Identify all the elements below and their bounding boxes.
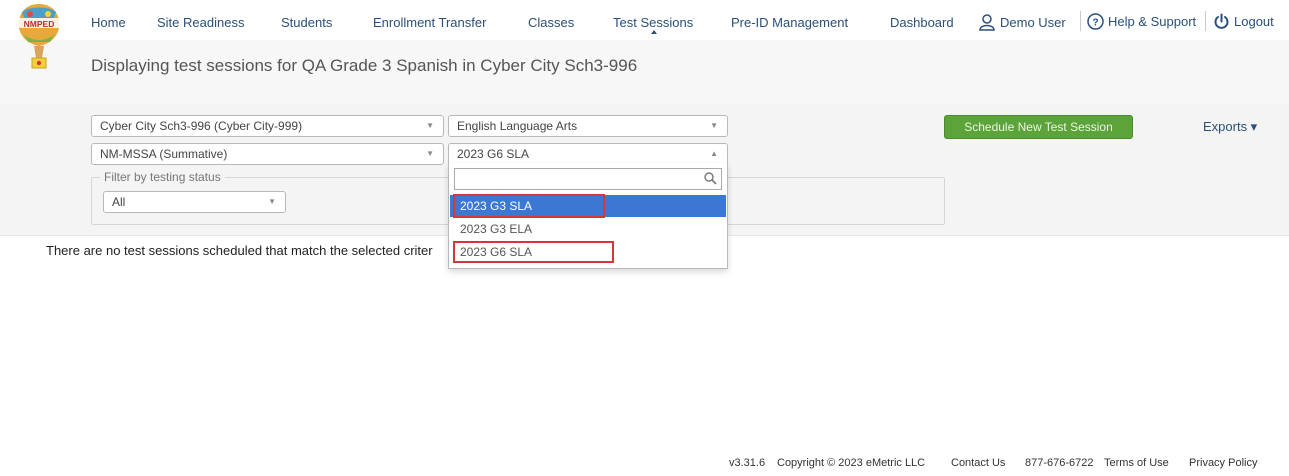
test-select-value: 2023 G6 SLA (457, 147, 530, 161)
dropdown-search-input[interactable] (454, 168, 722, 190)
help-label: Help & Support (1108, 14, 1197, 29)
nav-divider (1080, 11, 1081, 31)
footer-privacy-link[interactable]: Privacy Policy (1189, 457, 1257, 469)
user-menu[interactable]: Demo User (978, 13, 1066, 31)
power-icon (1214, 13, 1229, 29)
svg-text:?: ? (1092, 18, 1098, 29)
schedule-new-test-session-button[interactable]: Schedule New Test Session (944, 115, 1133, 139)
footer-copyright: Copyright © 2023 eMetric LLC (777, 457, 926, 469)
search-icon (704, 172, 717, 185)
assessment-select-value: NM-MSSA (Summative) (100, 147, 228, 161)
logo-text: NMPED (24, 19, 55, 29)
chevron-down-icon: ▼ (710, 121, 718, 130)
subject-select-value: English Language Arts (457, 119, 578, 133)
test-dropdown-list: 2023 G3 SLA 2023 G3 ELA 2023 G6 SLA (448, 163, 728, 269)
status-select[interactable]: All ▼ (103, 191, 286, 213)
footer-phone: 877-676-6722 (1025, 457, 1094, 469)
nav-test-sessions[interactable]: Test Sessions (613, 15, 693, 30)
footer-contact-link[interactable]: Contact Us (951, 457, 1005, 469)
nav-students[interactable]: Students (281, 15, 332, 30)
dropdown-option[interactable]: 2023 G3 ELA (450, 218, 726, 240)
active-tab-indicator (651, 30, 657, 34)
school-select[interactable]: Cyber City Sch3-996 (Cyber City-999) ▼ (91, 115, 444, 137)
top-nav: NMPED Home Site Readiness Students Enrol… (0, 0, 1289, 69)
status-filter-legend: Filter by testing status (100, 170, 225, 184)
school-select-value: Cyber City Sch3-996 (Cyber City-999) (100, 119, 303, 133)
assessment-select[interactable]: NM-MSSA (Summative) ▼ (91, 143, 444, 165)
logout-label: Logout (1234, 14, 1274, 29)
status-select-value: All (112, 195, 126, 209)
page-title: Displaying test sessions for QA Grade 3 … (91, 56, 638, 75)
test-select[interactable]: 2023 G6 SLA ▲ (448, 143, 728, 165)
chevron-up-icon: ▲ (710, 149, 718, 158)
footer-terms-link[interactable]: Terms of Use (1104, 457, 1169, 469)
nav-dashboard[interactable]: Dashboard (890, 15, 954, 30)
nav-divider (1205, 11, 1206, 31)
chevron-down-icon: ▼ (268, 197, 276, 206)
chevron-down-icon: ▼ (426, 121, 434, 130)
user-name: Demo User (1000, 14, 1066, 30)
help-support-link[interactable]: ? Help & Support (1087, 13, 1196, 30)
help-icon: ? (1087, 13, 1104, 30)
nav-enrollment-transfer[interactable]: Enrollment Transfer (373, 15, 486, 30)
logout-link[interactable]: Logout (1213, 13, 1274, 30)
dropdown-option[interactable]: 2023 G3 SLA (450, 195, 726, 217)
exports-menu[interactable]: Exports ▾ (1203, 119, 1257, 135)
nav-pre-id-management[interactable]: Pre-ID Management (731, 15, 848, 30)
footer-version: v3.31.6 (729, 457, 766, 469)
nmped-logo: NMPED (17, 4, 61, 69)
subject-select[interactable]: English Language Arts ▼ (448, 115, 728, 137)
dropdown-option[interactable]: 2023 G6 SLA (450, 241, 726, 263)
empty-state-message: There are no test sessions scheduled tha… (46, 243, 433, 258)
chevron-down-icon: ▼ (426, 149, 434, 158)
nav-site-readiness[interactable]: Site Readiness (157, 15, 244, 30)
nav-home[interactable]: Home (91, 15, 126, 30)
user-icon (979, 14, 995, 31)
nav-classes[interactable]: Classes (528, 15, 574, 30)
